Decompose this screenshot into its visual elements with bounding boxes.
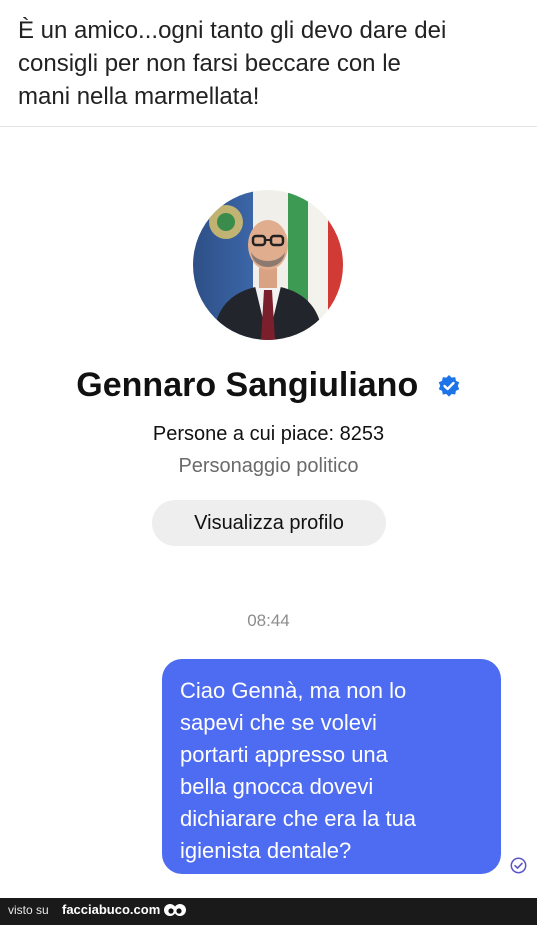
message-line: igienista dentale? (180, 838, 352, 863)
caption-line: È un amico...ogni tanto gli devo dare de… (18, 17, 447, 44)
watermark-footer: visto su facciabuco.com (0, 898, 537, 925)
message-line: bella gnocca dovevi (180, 774, 374, 799)
post-caption: È un amico...ogni tanto gli devo dare de… (18, 14, 523, 113)
message-timestamp: 08:44 (247, 611, 290, 630)
profile-category: Personaggio politico (178, 455, 359, 477)
avatar-photo (209, 190, 343, 340)
profile-header: Gennaro Sangiuliano (0, 366, 537, 405)
profile-likes: Persone a cui piace: 8253 (152, 423, 385, 445)
caption-divider (0, 126, 537, 127)
message-line: dichiarare che era la tua (180, 806, 417, 831)
footer-site-name[interactable]: facciabuco.com (62, 902, 160, 917)
view-profile-button[interactable]: Visualizza profilo (152, 500, 386, 546)
caption-line: mani nella marmellata! (18, 83, 260, 110)
site-logo-eyes-icon (163, 901, 187, 919)
profile-avatar[interactable] (193, 190, 343, 340)
sent-message-bubble[interactable]: Ciao Gennà, ma non lo sapevi che se vole… (162, 659, 501, 874)
profile-name: Gennaro Sangiuliano (76, 366, 419, 404)
seen-check-icon (510, 857, 527, 874)
verified-badge-icon (437, 374, 461, 398)
message-line: sapevi che se volevi (180, 710, 377, 735)
caption-line: consigli per non farsi beccare con le (18, 50, 401, 77)
message-line: portarti appresso una (180, 742, 388, 767)
footer-prefix: visto su (8, 903, 49, 917)
message-line: Ciao Gennà, ma non lo (180, 678, 407, 703)
